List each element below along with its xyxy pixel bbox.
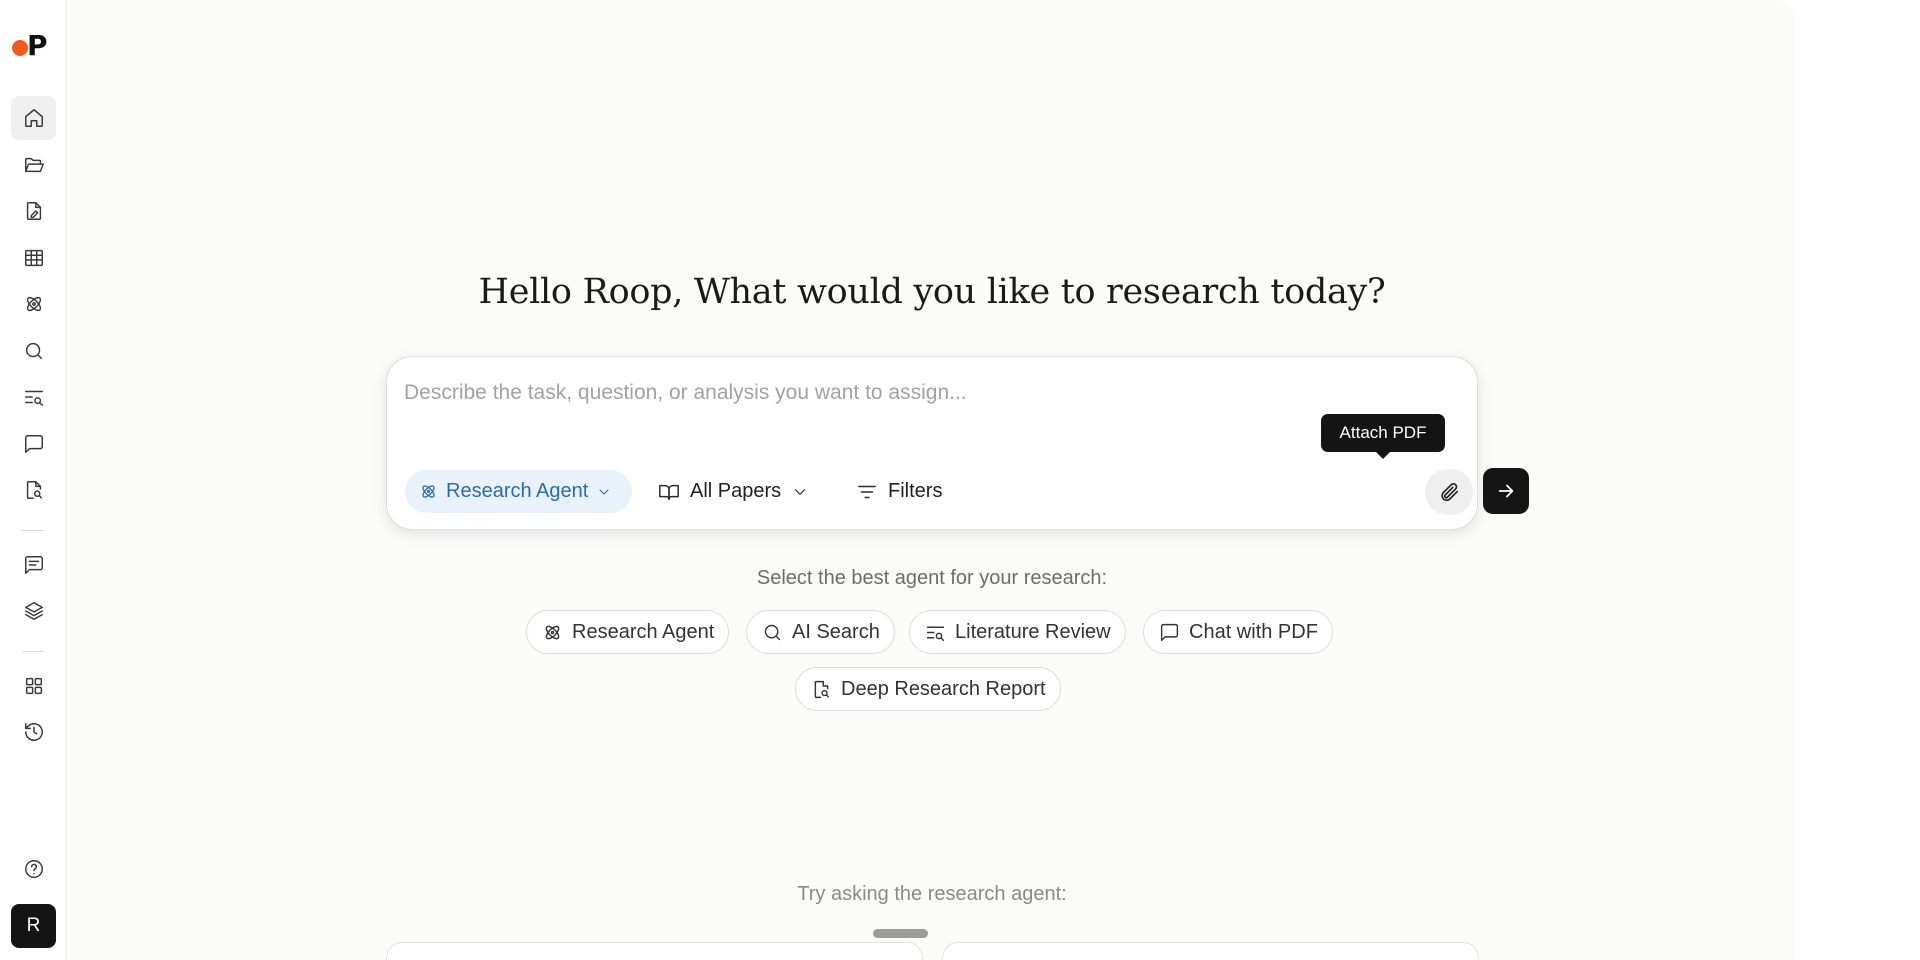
papers-selector[interactable]: All Papers — [658, 470, 809, 513]
file-search-icon — [26, 481, 42, 499]
table-icon — [24, 249, 43, 267]
sidebar-item-help[interactable] — [11, 847, 56, 891]
papers-selector-label: All Papers — [690, 480, 782, 502]
composer: Research Agent All Papers Filters — [386, 356, 1529, 530]
sidebar-item-literature-review[interactable] — [11, 375, 56, 419]
sidebar-item-history[interactable] — [11, 710, 56, 754]
layers-icon — [24, 602, 43, 620]
chevron-down-icon — [795, 488, 806, 495]
page-title: Hello Roop, What would you like to resea… — [478, 272, 1386, 312]
agent-selector-label: Research Agent — [446, 480, 589, 502]
agent-chip-chat-with-pdf[interactable]: Chat with PDF — [1143, 610, 1333, 654]
message-square-icon — [1160, 623, 1179, 641]
atom-icon — [26, 296, 41, 312]
atom-icon — [545, 625, 560, 639]
search-icon — [764, 624, 781, 640]
sidebar-divider — [22, 530, 44, 531]
history-icon — [24, 723, 43, 741]
attach-pdf-button[interactable] — [1425, 469, 1473, 515]
agent-chip-deep-research-report[interactable]: Deep Research Report — [795, 667, 1061, 711]
filters-button[interactable]: Filters — [856, 470, 942, 513]
filters-label: Filters — [888, 480, 943, 502]
grid-icon — [25, 677, 42, 695]
home-icon — [24, 109, 43, 127]
attach-pdf-tooltip: Attach PDF — [1321, 414, 1445, 459]
agent-chip-label: Literature Review — [955, 620, 1111, 643]
file-search-icon — [814, 680, 830, 698]
sidebar-item-tables[interactable] — [11, 236, 56, 280]
suggestions-label: Try asking the research agent: — [797, 883, 1067, 905]
scroll-handle[interactable] — [873, 929, 928, 938]
sidebar-item-chat[interactable] — [11, 422, 56, 466]
sidebar: P R — [0, 0, 67, 960]
sidebar-item-home[interactable] — [11, 96, 56, 140]
sidebar-item-notes[interactable] — [11, 543, 56, 587]
atom-icon — [422, 485, 435, 498]
task-input[interactable] — [404, 377, 1404, 409]
arrow-right-icon — [1498, 484, 1514, 498]
folder-open-icon — [24, 157, 44, 173]
agent-chip-ai-search[interactable]: AI Search — [746, 610, 895, 654]
logo-dot — [12, 40, 28, 56]
suggestion-card[interactable] — [386, 942, 923, 960]
app-logo[interactable]: P — [12, 29, 56, 62]
agent-chip-literature-review[interactable]: Literature Review — [909, 610, 1126, 654]
agent-chip-label: Research Agent — [572, 620, 715, 643]
message-square-icon — [24, 435, 43, 453]
help-circle-icon — [24, 860, 43, 878]
list-search-icon — [24, 390, 43, 406]
send-button[interactable] — [1483, 468, 1529, 514]
sidebar-divider — [22, 651, 44, 652]
sidebar-item-folders[interactable] — [11, 143, 56, 187]
list-search-icon — [926, 626, 945, 641]
agent-select-label: Select the best agent for your research: — [756, 567, 1108, 589]
sidebar-item-deep-research[interactable] — [11, 468, 56, 512]
suggestion-card[interactable] — [942, 942, 1479, 960]
file-edit-icon — [26, 202, 41, 220]
search-icon — [25, 342, 42, 360]
chevron-down-icon — [599, 488, 609, 495]
avatar[interactable]: R — [11, 904, 56, 948]
book-open-icon — [659, 484, 679, 500]
sidebar-item-documents[interactable] — [11, 189, 56, 233]
sidebar-item-search[interactable] — [11, 329, 56, 373]
agent-selector[interactable]: Research Agent — [405, 470, 632, 513]
agent-chip-label: AI Search — [792, 620, 880, 643]
message-text-icon — [24, 556, 43, 574]
agent-chip-label: Chat with PDF — [1189, 620, 1318, 643]
filter-lines-icon — [858, 485, 876, 498]
agent-chip-research-agent[interactable]: Research Agent — [526, 610, 730, 654]
sidebar-item-research-agent[interactable] — [11, 282, 56, 326]
agent-chip-label: Deep Research Report — [841, 677, 1046, 700]
paperclip-icon — [1441, 482, 1459, 502]
sidebar-item-collections[interactable] — [11, 589, 56, 633]
logo-letter: P — [27, 29, 48, 62]
main-content: Hello Roop, What would you like to resea… — [68, 0, 1796, 960]
sidebar-item-apps[interactable] — [11, 664, 56, 708]
